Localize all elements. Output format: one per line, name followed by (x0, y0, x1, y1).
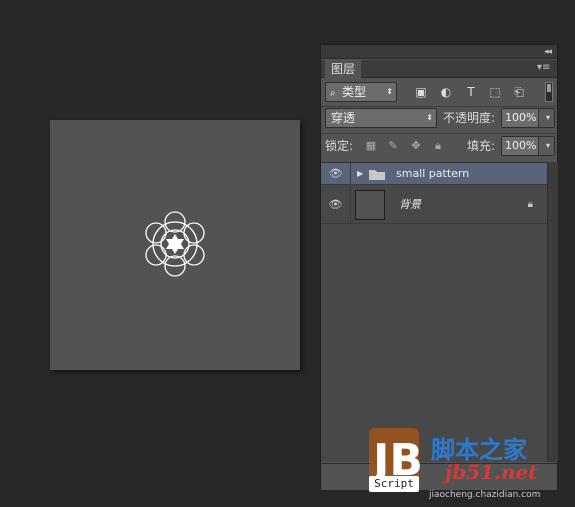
fill-dropdown[interactable]: ▾ (538, 137, 554, 155)
opacity-field[interactable]: 100% ▾ (501, 108, 555, 128)
lock-icon: 🔒︎ (527, 199, 533, 210)
layers-list: 👁︎ ▶ small pattern 👁︎ 背景 🔒︎ (321, 162, 547, 462)
chevron-down-icon: ▾ (545, 141, 550, 150)
blend-mode-value: 穿透 (331, 111, 356, 125)
blend-mode-select[interactable]: 穿透 ⬍ (325, 108, 437, 128)
blend-row: 穿透 ⬍ 不透明度: 100% ▾ (325, 108, 555, 130)
folder-icon (369, 170, 385, 180)
watermark: JB Script 脚本之家 jb51.net jiaocheng.chazid… (355, 420, 570, 505)
chevron-down-icon: ▾ (545, 113, 550, 122)
stepper-arrows-icon: ⬍ (386, 87, 393, 96)
visibility-eye-icon[interactable]: 👁︎ (321, 163, 351, 184)
filter-toggle[interactable] (545, 82, 553, 102)
opacity-dropdown[interactable]: ▾ (538, 109, 554, 127)
panel-tab-row: 图层 ▾≡ (321, 60, 557, 78)
lock-all-icon[interactable]: 🔒︎ (430, 137, 446, 155)
lock-move-icon[interactable]: ✥ (408, 137, 424, 155)
opacity-label: 不透明度: (443, 111, 496, 125)
image-filter-icon[interactable]: ▣ (413, 83, 429, 101)
expand-triangle-icon[interactable]: ▶ (357, 163, 363, 185)
smart-object-filter-icon[interactable]: ⎗ (511, 83, 527, 101)
panel-menu-icon[interactable]: ▾≡ (537, 62, 551, 74)
filter-kind-select[interactable]: ⌕ 类型 ⬍ (325, 82, 397, 102)
filter-kind-label: 类型 (342, 85, 367, 99)
flower-pattern-graphic (145, 211, 205, 277)
opacity-value: 100% (505, 111, 537, 124)
search-icon: ⌕ (330, 88, 336, 99)
document-canvas[interactable] (50, 120, 300, 370)
layer-thumbnail (355, 190, 385, 220)
lock-paint-icon[interactable]: ✎ (385, 137, 401, 155)
double-chevron-icon[interactable]: ◂◂ (544, 45, 552, 59)
stepper-arrows-icon: ⬍ (426, 113, 433, 122)
type-filter-icon[interactable]: T (463, 83, 479, 101)
adjustment-filter-icon[interactable]: ◐ (438, 83, 454, 101)
tab-layers[interactable]: 图层 (325, 60, 362, 78)
lock-label: 锁定: (325, 139, 354, 153)
layer-name[interactable]: 背景 (399, 186, 421, 224)
divider (321, 133, 557, 134)
script-label: Script (369, 476, 419, 492)
shape-filter-icon[interactable]: ⬚ (487, 83, 503, 101)
fill-field[interactable]: 100% ▾ (501, 136, 555, 156)
lock-transparent-icon[interactable]: ▦ (363, 137, 379, 155)
layer-row-small-pattern[interactable]: 👁︎ ▶ small pattern (321, 163, 547, 185)
fill-value: 100% (505, 139, 537, 152)
panel-collapse-bar[interactable]: ◂◂ (321, 45, 557, 59)
lock-row: 锁定: ▦ ✎ ✥ 🔒︎ 填充: 100% ▾ (325, 136, 555, 158)
layer-row-background[interactable]: 👁︎ 背景 🔒︎ (321, 186, 547, 224)
layer-name[interactable]: small pattern (396, 163, 469, 185)
divider (321, 106, 557, 107)
filter-row: ⌕ 类型 ⬍ ▣ ◐ T ⬚ ⎗ (325, 82, 553, 104)
fill-label: 填充: (467, 139, 496, 153)
site-url: jiaocheng.chazidian.com (429, 490, 541, 500)
layers-scrollbar[interactable] (547, 162, 558, 462)
visibility-eye-icon[interactable]: 👁︎ (321, 186, 351, 223)
site-code: jb51.net (445, 460, 538, 484)
